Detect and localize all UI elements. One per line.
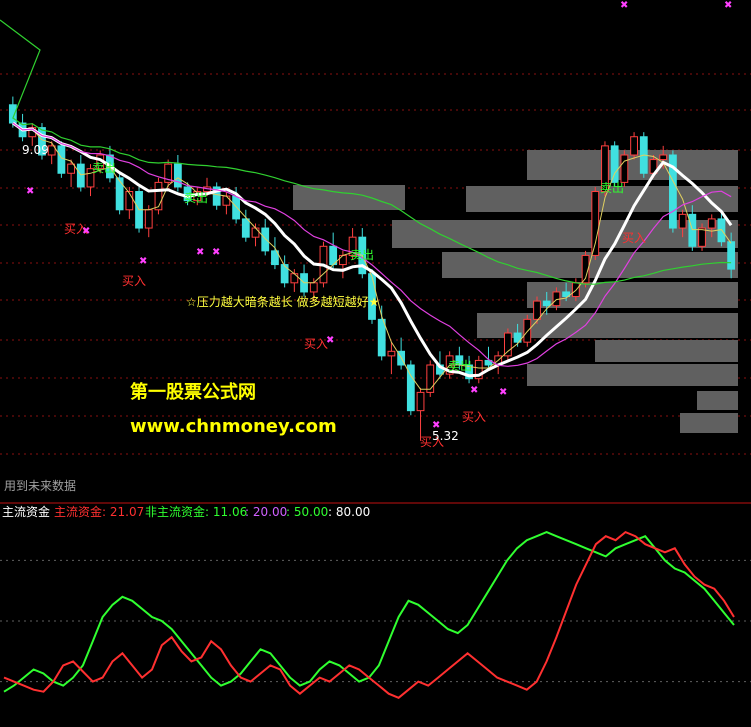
candle-body [620,154,629,183]
future-data-hint: 用到未来数据 [4,478,76,493]
candle-body [290,273,299,284]
indicator-gridlines [0,559,751,683]
high-price-label: 9.09 [22,143,49,157]
watermark-title: 第一股票公式网 [130,381,256,403]
x-marker: ✖ [82,226,90,237]
x-marker: ✖ [326,335,334,346]
x-marker: ✖ [499,387,507,398]
x-marker: ✖ [212,247,220,258]
candle-body [426,364,435,393]
candle-body [241,218,250,238]
candle-body [533,300,541,320]
volume-bar [697,391,738,410]
candle-body [115,177,124,211]
volume-bar [595,340,738,362]
candle-body [416,391,425,412]
candle-body [280,264,289,284]
x-marker: ✖ [724,0,732,11]
candle-body [698,227,706,247]
sell-signal-label: 卖出 [92,161,116,175]
candle-body [503,332,512,357]
trend-annotation: ☆压力越大暗条越长 做多越短越好★ [186,294,379,309]
candle-body [261,227,270,252]
candle-body [251,227,260,238]
x-marker: ✖ [470,385,478,396]
indicator-lines [3,530,735,699]
buy-signal-label: 买入 [122,274,146,288]
legend-level-80: : 80.00 [328,505,370,519]
candle-body [338,254,347,266]
candle-body [591,191,600,256]
buy-signal-label: 买入 [462,410,486,424]
candle-body [125,191,134,211]
candle-body [309,282,318,293]
sell-signal-label: 卖出 [350,248,374,262]
legend-level-50: : 50.00 [286,505,328,519]
sell-signal-label: 卖出 [600,181,624,195]
candle-body [57,145,66,174]
legend-main-fund: 主流资金: 21.07 [54,504,144,519]
candle-body [222,195,231,206]
candle-body [678,213,687,229]
low-price-label: 5.32 [432,429,459,443]
candle-body [542,300,551,307]
candle-body [76,163,85,188]
candle-body [727,241,736,270]
volume-bar [293,185,405,210]
candle-body [377,318,386,357]
stock-chart: 卖出卖出卖出卖出卖出买入买入买入买入买入买入✖✖✖✖ ✖✖✖✖ ✖✖ ✖ 9.09 5… [0,0,751,699]
watermark-url: www.chnmoney.com [130,416,337,437]
candle-body [173,163,182,188]
candle-body [67,163,75,174]
sell-signal-label: 卖出 [448,359,472,373]
indicator-title: 主流资金 [2,504,50,519]
x-marker: ✖ [196,247,204,258]
volume-bar [527,364,738,386]
candle-body [707,218,716,229]
x-marker: ✖ [620,0,628,11]
other-fund-line [3,531,735,693]
buy-signal-label: 买入 [622,231,646,245]
legend-level-20: : 20.00 [245,505,287,519]
candle-body [387,350,396,357]
candle-body [144,209,153,229]
candle-body [659,154,668,161]
legend-other-fund: 非主流资金: 11.06 [145,504,247,519]
candle-body [610,145,619,183]
candle-body [688,213,697,247]
sell-signal-label: 卖出 [184,191,208,205]
volume-bar [680,413,738,433]
buy-signal-label: 买入 [304,337,328,351]
x-marker: ✖ [26,186,34,197]
main-fund-line [3,530,735,699]
candle-body [232,195,241,220]
candle-body [630,136,638,156]
x-marker: ✖ [139,256,147,267]
